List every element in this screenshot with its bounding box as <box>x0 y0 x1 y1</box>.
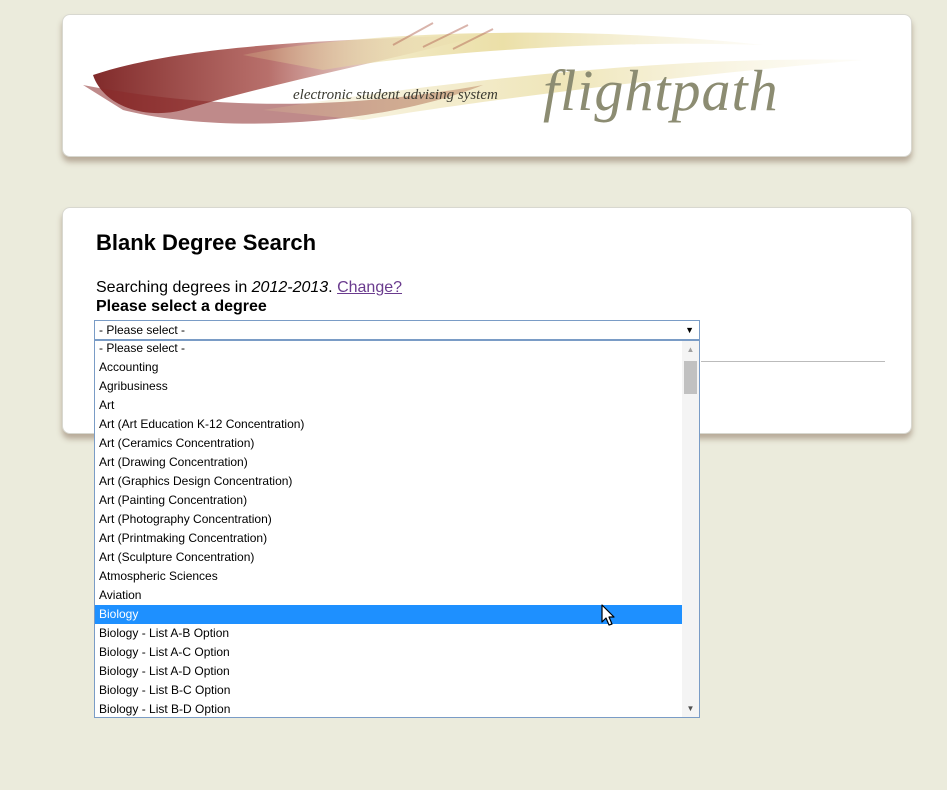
header-banner: electronic student advising system fligh… <box>62 14 912 157</box>
degree-option[interactable]: Biology - List A-B Option <box>95 624 682 643</box>
scroll-down-arrow-icon[interactable]: ▼ <box>682 700 699 717</box>
change-year-link[interactable]: Change? <box>337 279 402 296</box>
degree-option[interactable]: Art (Ceramics Concentration) <box>95 434 682 453</box>
logo-tagline: electronic student advising system <box>293 87 498 103</box>
degree-option[interactable]: Agribusiness <box>95 377 682 396</box>
degree-option[interactable]: Art (Sculpture Concentration) <box>95 548 682 567</box>
scroll-thumb[interactable] <box>684 361 697 394</box>
degree-option[interactable]: Art (Printmaking Concentration) <box>95 529 682 548</box>
logo-wordmark: flightpath <box>543 58 779 123</box>
flightpath-logo-swoosh <box>83 22 863 124</box>
degree-option[interactable]: Biology <box>95 605 682 624</box>
dropdown-scrollbar[interactable]: ▲ ▼ <box>682 341 699 717</box>
degree-option[interactable]: Aviation <box>95 586 682 605</box>
degree-dropdown-list[interactable]: - Please select - Accounting Agribusiness A… <box>94 340 700 718</box>
mouse-pointer-icon <box>601 604 615 626</box>
divider-line <box>701 361 885 362</box>
degree-option[interactable]: Biology - List B-D Option <box>95 700 682 717</box>
degree-select-value: - Please select - <box>99 323 186 337</box>
degree-select-label: Please select a degree <box>96 298 267 315</box>
degree-option[interactable]: Art (Painting Concentration) <box>95 491 682 510</box>
degree-select[interactable]: - Please select - ▼ <box>94 320 700 340</box>
searching-suffix: . <box>328 279 338 296</box>
page-title: Blank Degree Search <box>96 230 317 255</box>
searching-year-line: Searching degrees in 2012-2013. Change? <box>96 279 402 297</box>
degree-option[interactable]: Art (Drawing Concentration) <box>95 453 682 472</box>
degree-option[interactable]: Biology - List B-C Option <box>95 681 682 700</box>
degree-option[interactable]: Art (Art Education K-12 Concentration) <box>95 415 682 434</box>
degree-option[interactable]: Art (Photography Concentration) <box>95 510 682 529</box>
degree-option[interactable]: Accounting <box>95 358 682 377</box>
catalog-year: 2012-2013 <box>251 279 329 296</box>
triangle-down-icon[interactable]: ▼ <box>685 321 694 339</box>
searching-prefix: Searching degrees in <box>96 279 252 296</box>
degree-option[interactable]: Art <box>95 396 682 415</box>
degree-option[interactable]: Biology - List A-D Option <box>95 662 682 681</box>
scroll-up-arrow-icon[interactable]: ▲ <box>682 341 699 358</box>
degree-option[interactable]: Atmospheric Sciences <box>95 567 682 586</box>
degree-option[interactable]: - Please select - <box>95 341 682 358</box>
degree-option[interactable]: Art (Graphics Design Concentration) <box>95 472 682 491</box>
degree-option[interactable]: Biology - List A-C Option <box>95 643 682 662</box>
